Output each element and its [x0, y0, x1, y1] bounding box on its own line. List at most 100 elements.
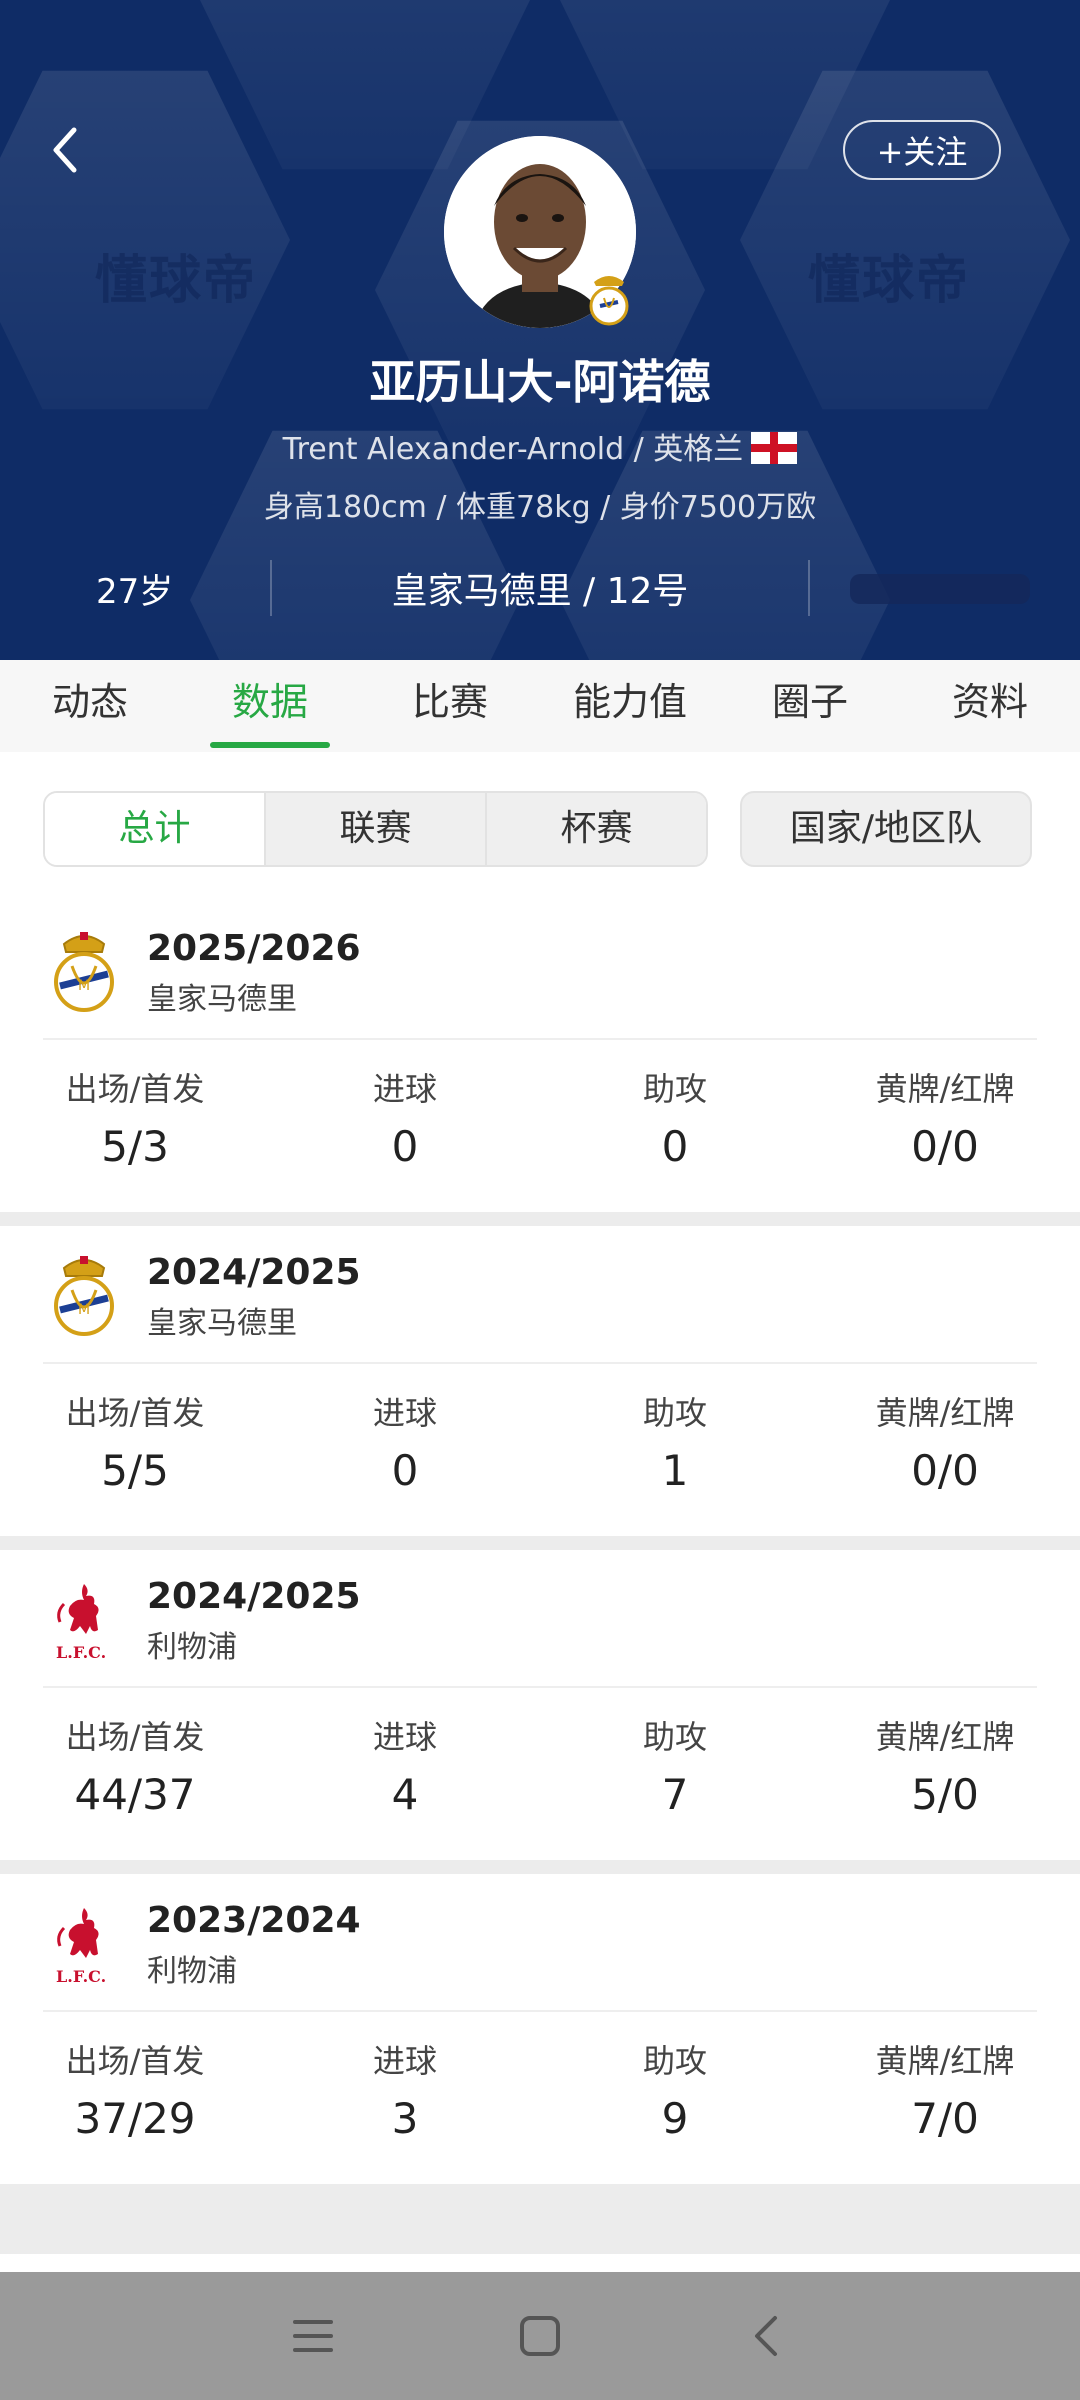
season-stats: 出场/首发 37/29 进球 3 助攻 9 黄牌/红牌 7/0 — [0, 2036, 1080, 2143]
watermark-right: 懂球帝 — [808, 251, 971, 311]
stat-cards: 黄牌/红牌 7/0 — [810, 2036, 1080, 2143]
system-nav-bar — [0, 2272, 1080, 2400]
chevron-left-icon — [53, 127, 77, 173]
player-name: 亚历山大-阿诺德 — [369, 355, 711, 409]
stat-goals: 进球 0 — [270, 1388, 540, 1495]
tab-profile[interactable]: 资料 — [900, 660, 1080, 752]
stat-assists: 助攻 9 — [540, 2036, 810, 2143]
stat-label: 出场/首发 — [65, 2042, 205, 2080]
stat-label: 出场/首发 — [65, 1070, 205, 1108]
stat-label: 黄牌/红牌 — [875, 1070, 1015, 1108]
stat-value: 5/3 — [101, 1122, 169, 1171]
season-year: 2023/2024 — [147, 1900, 361, 1941]
blurred-extra-info — [810, 556, 1080, 620]
stat-goals: 进球 4 — [270, 1712, 540, 1819]
stat-label: 进球 — [372, 1718, 437, 1756]
tab-data[interactable]: 数据 — [180, 660, 360, 752]
divider — [43, 2010, 1037, 2012]
segment-league[interactable]: 联赛 — [264, 793, 485, 865]
stats-content: 总计 联赛 杯赛 国家/地区队 M 2025/2026 皇家马德里 出场/首发 5… — [0, 752, 1080, 2198]
stat-label: 出场/首发 — [65, 1718, 205, 1756]
liverpool-crest-icon: L.F.C. — [56, 1584, 106, 1662]
stat-goals: 进球 3 — [270, 2036, 540, 2143]
divider — [43, 1362, 1037, 1364]
body-info: 身高180cm / 体重78kg / 身价7500万欧 — [263, 490, 817, 525]
stat-assists: 助攻 7 — [540, 1712, 810, 1819]
season-stats: 出场/首发 5/5 进球 0 助攻 1 黄牌/红牌 0/0 — [0, 1388, 1080, 1495]
club-badge-small — [586, 272, 632, 328]
stat-label: 进球 — [372, 1394, 437, 1432]
liverpool-crest-icon: L.F.C. — [56, 1908, 106, 1986]
competition-segment: 总计 联赛 杯赛 — [43, 791, 708, 867]
season-card[interactable]: L.F.C. 2024/2025 利物浦 出场/首发 44/37 进球 4 助攻 7 … — [0, 1550, 1080, 1874]
stat-label: 助攻 — [642, 1394, 707, 1432]
season-card[interactable]: L.F.C. 2023/2024 利物浦 出场/首发 37/29 进球 3 助攻 9 … — [0, 1874, 1080, 2198]
svg-text:M: M — [78, 1302, 90, 1318]
divider — [43, 1038, 1037, 1040]
tab-matches[interactable]: 比赛 — [360, 660, 540, 752]
real-madrid-crest-icon: M — [54, 1256, 114, 1336]
stat-label: 出场/首发 — [65, 1394, 205, 1432]
stat-value: 44/37 — [74, 1770, 196, 1819]
follow-button[interactable]: +关注 — [843, 120, 1001, 180]
stat-apps: 出场/首发 37/29 — [0, 2036, 270, 2143]
season-club: 利物浦 — [147, 1954, 237, 1989]
back-arrow-icon — [754, 2316, 777, 2356]
name-nation-text: Trent Alexander-Arnold / 英格兰 — [282, 432, 744, 467]
segment-total[interactable]: 总计 — [45, 793, 264, 865]
tab-circle[interactable]: 圈子 — [720, 660, 900, 752]
tab-bar: 动态 数据 比赛 能力值 圈子 资料 — [0, 660, 1080, 752]
real-madrid-crest-icon — [589, 276, 629, 326]
stat-apps: 出场/首发 44/37 — [0, 1712, 270, 1819]
stat-assists: 助攻 1 — [540, 1388, 810, 1495]
svg-text:M: M — [78, 978, 90, 994]
info-row: 27岁 皇家马德里 / 12号 — [0, 556, 1080, 620]
club-number[interactable]: 皇家马德里 / 12号 — [272, 562, 808, 614]
season-club: 皇家马德里 — [147, 982, 297, 1017]
svg-text:L.F.C.: L.F.C. — [56, 1643, 106, 1662]
real-madrid-crest-icon: M — [54, 932, 114, 1012]
watermark-left: 懂球帝 — [95, 251, 258, 311]
player-age: 27岁 — [96, 571, 174, 612]
name-nation-line: Trent Alexander-Arnold / 英格兰 — [0, 424, 1080, 468]
stat-goals: 进球 0 — [270, 1064, 540, 1171]
stat-value: 0/0 — [911, 1122, 979, 1171]
stat-value: 0 — [391, 1446, 419, 1495]
menu-icon — [293, 2320, 334, 2352]
stat-label: 黄牌/红牌 — [875, 1394, 1015, 1432]
divider — [43, 1686, 1037, 1688]
stat-value: 7/0 — [911, 2094, 979, 2143]
tab-ability[interactable]: 能力值 — [540, 660, 720, 752]
stat-apps: 出场/首发 5/5 — [0, 1388, 270, 1495]
season-club: 皇家马德里 — [147, 1306, 297, 1341]
stat-cards: 黄牌/红牌 0/0 — [810, 1388, 1080, 1495]
system-back-button[interactable] — [737, 2306, 797, 2366]
stat-label: 进球 — [372, 2042, 437, 2080]
back-button[interactable] — [40, 120, 96, 180]
stat-value: 9 — [661, 2094, 689, 2143]
stat-label: 黄牌/红牌 — [875, 1718, 1015, 1756]
blurred-badge-icon — [850, 574, 1030, 604]
tab-feed[interactable]: 动态 — [0, 660, 180, 752]
season-stats: 出场/首发 5/3 进球 0 助攻 0 黄牌/红牌 0/0 — [0, 1064, 1080, 1171]
segment-cup[interactable]: 杯赛 — [485, 793, 706, 865]
season-card[interactable]: M 2025/2026 皇家马德里 出场/首发 5/3 进球 0 助攻 0 黄牌/红牌… — [0, 902, 1080, 1226]
season-year: 2024/2025 — [147, 1576, 361, 1617]
season-card[interactable]: M 2024/2025 皇家马德里 出场/首发 5/5 进球 0 助攻 1 黄牌/红牌… — [0, 1226, 1080, 1550]
stat-cards: 黄牌/红牌 5/0 — [810, 1712, 1080, 1819]
season-stats: 出场/首发 44/37 进球 4 助攻 7 黄牌/红牌 5/0 — [0, 1712, 1080, 1819]
svg-text:L.F.C.: L.F.C. — [56, 1967, 106, 1986]
home-button[interactable] — [510, 2306, 570, 2366]
stat-value: 7 — [661, 1770, 689, 1819]
stat-value: 0/0 — [911, 1446, 979, 1495]
stat-apps: 出场/首发 5/3 — [0, 1064, 270, 1171]
menu-button[interactable] — [283, 2306, 343, 2366]
stat-value: 37/29 — [74, 2094, 196, 2143]
stat-label: 助攻 — [642, 2042, 707, 2080]
stat-value: 4 — [391, 1770, 419, 1819]
season-club: 利物浦 — [147, 1630, 237, 1665]
national-team-button[interactable]: 国家/地区队 — [740, 791, 1032, 867]
stat-cards: 黄牌/红牌 0/0 — [810, 1064, 1080, 1171]
season-year: 2025/2026 — [147, 928, 361, 969]
home-square-icon — [519, 2316, 560, 2356]
